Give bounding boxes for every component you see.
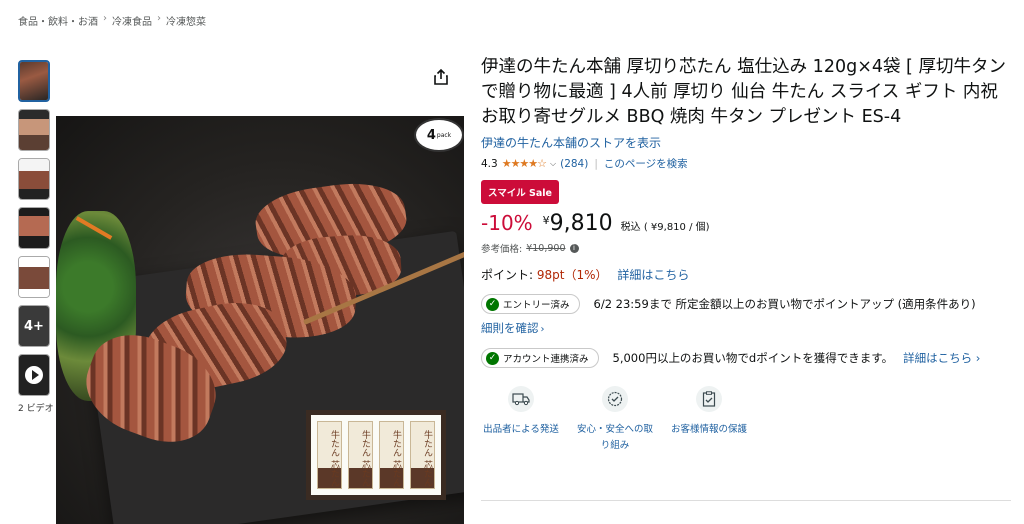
thumbnail-2[interactable] xyxy=(18,109,50,151)
info-icon[interactable]: i xyxy=(569,243,579,253)
feature-privacy[interactable]: お客様情報の保護 xyxy=(669,386,749,454)
thumbnail-5[interactable] xyxy=(18,256,50,298)
reference-price-value: ¥10,900 xyxy=(526,242,566,254)
chevron-down-icon[interactable]: ⌵ xyxy=(550,159,556,169)
pill-label: エントリー済み xyxy=(503,300,570,311)
points-row: ポイント: 98pt（1%） 詳細はこちら xyxy=(481,266,1011,283)
points-detail-link[interactable]: 詳細はこちら xyxy=(617,268,689,282)
package: 牛たん 芯たん xyxy=(379,421,404,489)
points-label: ポイント: xyxy=(481,268,534,282)
feature-label: お客様情報の保護 xyxy=(670,424,747,435)
feature-icons: 出品者による発送 安心・安全への取り組み お客様情報の保護 xyxy=(481,386,1011,454)
shield-check-icon xyxy=(602,386,628,412)
breadcrumb-item-frozen-dish[interactable]: 冷凍惣菜 xyxy=(166,13,206,28)
check-circle-icon: ✓ xyxy=(486,351,499,365)
price-value: 9,810 xyxy=(549,211,613,236)
divider: | xyxy=(594,157,598,170)
promo-entry-row: ✓ エントリー済み 6/2 23:59まで 所定金額以上のお買い物でポイントアップ… xyxy=(481,294,1011,314)
share-icon[interactable] xyxy=(432,68,450,86)
sale-badge: スマイル Sale xyxy=(481,180,559,204)
section-divider xyxy=(481,500,1011,501)
store-link[interactable]: 伊達の牛たん本舗のストアを表示 xyxy=(481,134,1011,151)
package: 牛たん 芯たん xyxy=(317,421,342,489)
price-note: 税込 ( ¥9,810 / 個) xyxy=(620,222,710,233)
breadcrumb-separator: › xyxy=(103,13,107,24)
pill-label: アカウント連携済み xyxy=(503,354,589,365)
star-rating-icon[interactable]: ★★★★☆ xyxy=(502,157,547,170)
rules-link[interactable]: 細則を確認 › xyxy=(481,320,1011,336)
feature-safety[interactable]: 安心・安全への取り組み xyxy=(575,386,655,454)
promo-detail-link[interactable]: 詳細はこちら › xyxy=(903,350,980,366)
promo-text: 6/2 23:59まで 所定金額以上のお買い物でポイントアップ (適用条件あり) xyxy=(593,297,976,311)
thumbnail-4[interactable] xyxy=(18,207,50,249)
thumbnail-video[interactable] xyxy=(18,354,50,396)
thumbnail-1[interactable] xyxy=(18,60,50,102)
promo-account-row: ✓ アカウント連携済み 5,000円以上のお買い物でdポイントを獲得できます。 詳… xyxy=(481,348,1011,368)
thumbnail-3[interactable] xyxy=(18,158,50,200)
breadcrumb: 食品・飲料・お酒 › 冷凍食品 › 冷凍惣菜 xyxy=(18,13,206,28)
thumbnail-more[interactable]: 4+ xyxy=(18,305,50,347)
rating-value: 4.3 xyxy=(481,157,498,170)
feature-label: 安心・安全への取り組み xyxy=(576,424,653,451)
main-product-image[interactable]: 4 pack 牛たん 芯たん 牛たん 芯たん 牛たん 芯たん 牛たん 芯たん xyxy=(56,116,464,524)
package: 牛たん 芯たん xyxy=(410,421,435,489)
clipboard-check-icon xyxy=(696,386,722,412)
feature-shipping[interactable]: 出品者による発送 xyxy=(481,386,561,454)
breadcrumb-item-food[interactable]: 食品・飲料・お酒 xyxy=(18,13,98,28)
entry-status-pill[interactable]: ✓ エントリー済み xyxy=(481,294,580,314)
feature-label: 出品者による発送 xyxy=(483,424,559,435)
price-row: -10% ¥ 9,810 税込 ( ¥9,810 / 個) xyxy=(481,211,1011,236)
product-info: 伊達の牛たん本舗 厚切り芯たん 塩仕込み 120g×4袋 [ 厚切牛タンで贈り物… xyxy=(481,55,1011,454)
rating-row: 4.3 ★★★★☆ ⌵ (284) | このページを検索 xyxy=(481,156,1011,171)
check-circle-icon: ✓ xyxy=(486,297,499,311)
account-status-pill[interactable]: ✓ アカウント連携済み xyxy=(481,348,599,368)
promo-text: 5,000円以上のお買い物でdポイントを獲得できます。 xyxy=(612,351,894,365)
product-title: 伊達の牛たん本舗 厚切り芯たん 塩仕込み 120g×4袋 [ 厚切牛タンで贈り物… xyxy=(481,57,1006,127)
reference-price: 参考価格: ¥10,900 i xyxy=(481,241,1011,255)
review-count-link[interactable]: (284) xyxy=(560,158,588,170)
breadcrumb-separator: › xyxy=(157,13,161,24)
truck-icon xyxy=(508,386,534,412)
currency-symbol: ¥ xyxy=(542,214,550,227)
play-icon xyxy=(25,366,43,384)
chevron-right-icon: › xyxy=(540,324,545,335)
discount-percent: -10% xyxy=(481,211,533,235)
gift-box: 牛たん 芯たん 牛たん 芯たん 牛たん 芯たん 牛たん 芯たん xyxy=(306,410,446,500)
video-count-label: 2 ビデオ xyxy=(18,404,54,414)
pack-count-badge: 4 pack xyxy=(414,118,464,152)
page-search-link[interactable]: このページを検索 xyxy=(604,156,688,171)
breadcrumb-item-frozen[interactable]: 冷凍食品 xyxy=(112,13,152,28)
reference-price-label: 参考価格: xyxy=(481,244,523,255)
points-value: 98pt（1%） xyxy=(536,268,608,282)
package: 牛たん 芯たん xyxy=(348,421,373,489)
image-thumbnails: 4+ 2 ビデオ xyxy=(18,60,54,414)
